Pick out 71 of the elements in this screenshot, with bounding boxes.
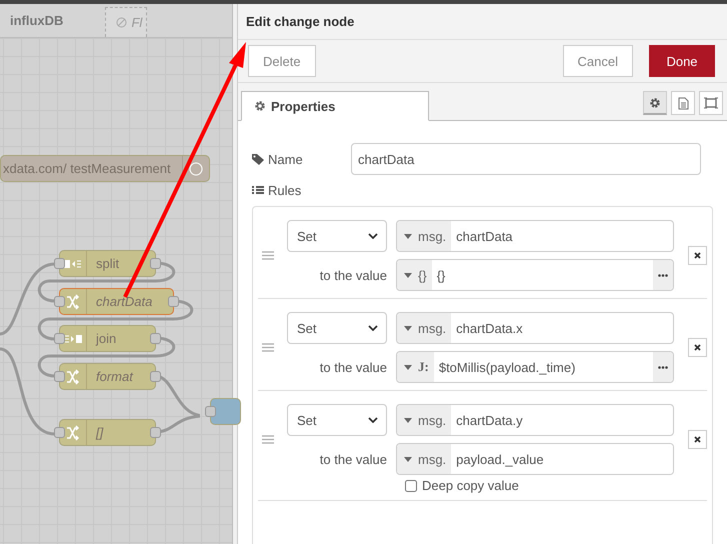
close-icon — [694, 252, 701, 259]
value-field[interactable]: msg. payload._value — [396, 443, 674, 475]
caret-icon — [404, 418, 412, 422]
output-port[interactable] — [150, 371, 161, 382]
properties-tab[interactable]: Properties — [241, 91, 429, 121]
output-port[interactable] — [150, 333, 161, 344]
remove-rule-button[interactable] — [688, 338, 707, 357]
input-port[interactable] — [54, 333, 65, 344]
input-port[interactable] — [54, 371, 65, 382]
drag-handle-icon[interactable] — [262, 251, 274, 260]
dots-icon — [658, 366, 668, 368]
deep-copy-checkbox[interactable] — [405, 480, 417, 492]
caret-icon — [404, 272, 412, 278]
panel-button[interactable]: Delete — [248, 45, 316, 77]
close-icon — [694, 436, 701, 443]
value-field[interactable]: J: $toMillis(payload._time) — [396, 351, 674, 383]
frame-icon — [704, 97, 718, 109]
value-label: to the value — [318, 268, 387, 282]
join-icon — [64, 334, 82, 344]
input-port[interactable] — [54, 258, 65, 269]
chevron-icon — [368, 233, 378, 239]
document-button[interactable] — [671, 91, 695, 115]
drag-handle-icon[interactable] — [262, 435, 274, 444]
dots-icon — [658, 274, 668, 276]
list-icon — [252, 186, 264, 196]
name-input[interactable]: chartData — [351, 143, 701, 175]
shuffle-icon — [66, 424, 80, 440]
output-port[interactable] — [150, 427, 161, 438]
input-port[interactable] — [54, 427, 65, 438]
deep-copy-option[interactable]: Deep copy value — [396, 478, 674, 493]
shuffle-icon — [66, 368, 80, 384]
name-label: Name — [268, 152, 303, 166]
remove-rule-button[interactable] — [688, 246, 707, 265]
chevron-icon — [368, 417, 378, 423]
close-icon — [694, 344, 701, 351]
tag-icon — [252, 154, 264, 164]
input-port[interactable] — [205, 406, 216, 417]
action-select[interactable]: Set — [287, 220, 387, 252]
shuffle-icon — [66, 294, 80, 310]
caret-icon — [404, 234, 412, 238]
action-select[interactable]: Set — [287, 312, 387, 344]
property-field[interactable]: msg. chartData.y — [396, 404, 674, 436]
input-port[interactable] — [54, 296, 65, 307]
rules-label: Rules — [268, 183, 302, 198]
value-field[interactable]: {} {} — [396, 259, 674, 291]
expand-button[interactable] — [653, 260, 673, 290]
settings-icon — [254, 100, 266, 112]
drag-handle-icon[interactable] — [262, 343, 274, 352]
split-icon — [64, 258, 82, 268]
frame-button[interactable] — [699, 91, 723, 115]
value-label: to the value — [318, 452, 387, 466]
value-label: to the value — [318, 360, 387, 374]
caret-icon — [404, 456, 412, 462]
caret-icon — [404, 326, 412, 330]
property-field[interactable]: msg. chartData.x — [396, 312, 674, 344]
gear-icon — [649, 96, 661, 108]
panel-title: Edit change node — [238, 4, 727, 40]
output-node[interactable] — [210, 398, 241, 425]
panel-button[interactable]: Cancel — [562, 45, 633, 77]
remove-rule-button[interactable] — [688, 430, 707, 449]
output-port[interactable] — [150, 258, 161, 269]
action-select[interactable]: Set — [287, 404, 387, 436]
caret-icon — [404, 364, 412, 370]
property-field[interactable]: msg. chartData — [396, 220, 674, 252]
expand-button[interactable] — [653, 352, 673, 382]
done-button[interactable]: Done — [649, 45, 715, 77]
output-port[interactable] — [168, 296, 179, 307]
disabled-icon — [116, 17, 128, 28]
document-icon — [678, 96, 688, 110]
settings-button[interactable] — [643, 91, 667, 115]
chevron-icon — [368, 325, 378, 331]
